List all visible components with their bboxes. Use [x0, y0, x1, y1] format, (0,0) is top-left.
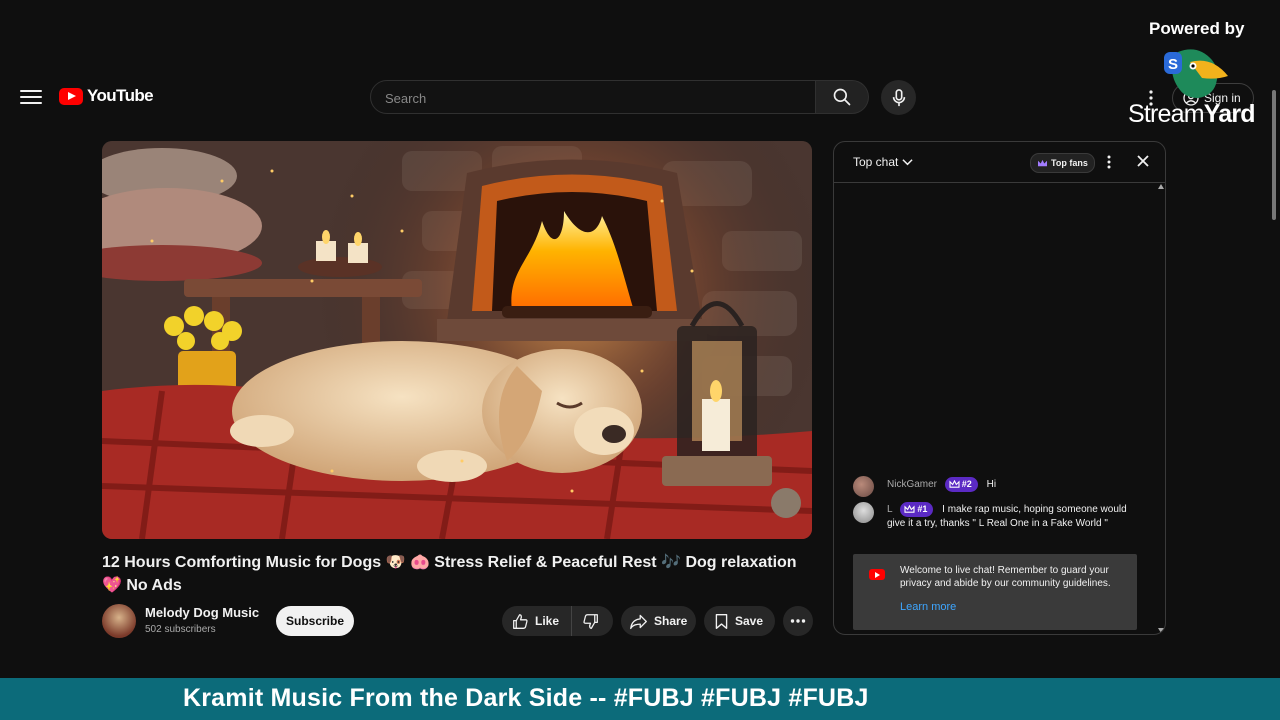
live-chat-panel: Top chat Top fans NickGamer #2 Hi L #1 I…: [833, 141, 1166, 635]
more-actions-button[interactable]: [783, 606, 813, 636]
save-button[interactable]: Save: [704, 606, 775, 636]
powered-by-label: Powered by: [1149, 19, 1245, 38]
subscriber-count: 502 subscribers: [145, 624, 216, 635]
youtube-play-icon: [59, 87, 83, 105]
banner-text: Kramit Music From the Dark Side -- #FUBJ…: [183, 684, 869, 712]
search-icon: [833, 88, 851, 106]
channel-avatar[interactable]: [102, 604, 136, 638]
voice-search-button[interactable]: [881, 80, 916, 115]
top-fans-label: Top fans: [1051, 158, 1088, 168]
like-dislike-group: Like: [502, 606, 613, 636]
search-input[interactable]: [383, 88, 807, 108]
share-icon: [630, 614, 647, 629]
chat-mode-dropdown[interactable]: Top chat: [853, 155, 913, 169]
chevron-down-icon: [902, 159, 913, 166]
chat-author[interactable]: NickGamer: [887, 479, 937, 490]
share-label: Share: [654, 614, 688, 628]
crown-icon: [949, 480, 960, 488]
welcome-notice: Welcome to live chat! Remember to guard …: [853, 554, 1137, 630]
chat-scroll-up[interactable]: [1158, 184, 1164, 189]
chat-avatar: [853, 476, 874, 497]
video-thumbnail: [102, 141, 812, 539]
youtube-logo[interactable]: YouTube: [59, 86, 154, 106]
stream-overlay-top: [0, 0, 1280, 70]
page-scrollbar[interactable]: [1271, 70, 1277, 650]
dislike-button[interactable]: [572, 606, 599, 636]
chat-text: Hi: [986, 479, 997, 491]
stream-banner: Kramit Music From the Dark Side -- #FUBJ…: [0, 678, 1280, 720]
video-title: 12 Hours Comforting Music for Dogs 🐶 🐽 S…: [102, 554, 797, 594]
thumb-down-icon: [583, 613, 598, 629]
learn-more-link[interactable]: Learn more: [900, 601, 956, 614]
close-icon[interactable]: [1136, 154, 1150, 168]
search-button[interactable]: [816, 80, 869, 114]
logo-text: YouTube: [87, 86, 154, 105]
chat-author[interactable]: L: [887, 504, 893, 515]
streamyard-wordmark: StreamYard: [1128, 100, 1256, 128]
video-player[interactable]: [102, 141, 812, 539]
thumb-up-icon: [513, 613, 528, 629]
welcome-text: Welcome to live chat! Remember to guard …: [900, 565, 1111, 589]
mic-icon: [892, 88, 905, 106]
rank-badge: #1: [900, 502, 934, 517]
crown-icon: [904, 505, 915, 513]
like-button[interactable]: Like: [502, 606, 573, 636]
channel-name[interactable]: Melody Dog Music: [145, 605, 259, 620]
chat-more-icon[interactable]: [1106, 155, 1112, 169]
chat-message: NickGamer #2 Hi: [853, 476, 1143, 497]
share-button[interactable]: Share: [621, 606, 696, 636]
more-horiz-icon: [790, 619, 806, 623]
save-label: Save: [735, 614, 764, 628]
bookmark-icon: [715, 613, 728, 629]
like-label: Like: [535, 614, 560, 628]
scrollbar-thumb[interactable]: [1272, 90, 1276, 220]
top-fans-button[interactable]: Top fans: [1030, 153, 1095, 173]
youtube-icon: [869, 569, 885, 580]
subscribe-button[interactable]: Subscribe: [276, 606, 354, 636]
menu-icon[interactable]: [20, 86, 42, 108]
chat-mode-label: Top chat: [853, 155, 899, 169]
chat-header: Top chat Top fans: [834, 142, 1165, 183]
chat-message: L #1 I make rap music, hoping someone wo…: [853, 502, 1143, 530]
crown-icon: [1038, 159, 1047, 166]
rank-badge: #2: [944, 477, 978, 492]
chat-avatar: [853, 502, 874, 523]
svg-text:S: S: [1168, 56, 1178, 73]
search-box[interactable]: [370, 80, 816, 114]
chat-scroll-down[interactable]: [1158, 628, 1164, 633]
